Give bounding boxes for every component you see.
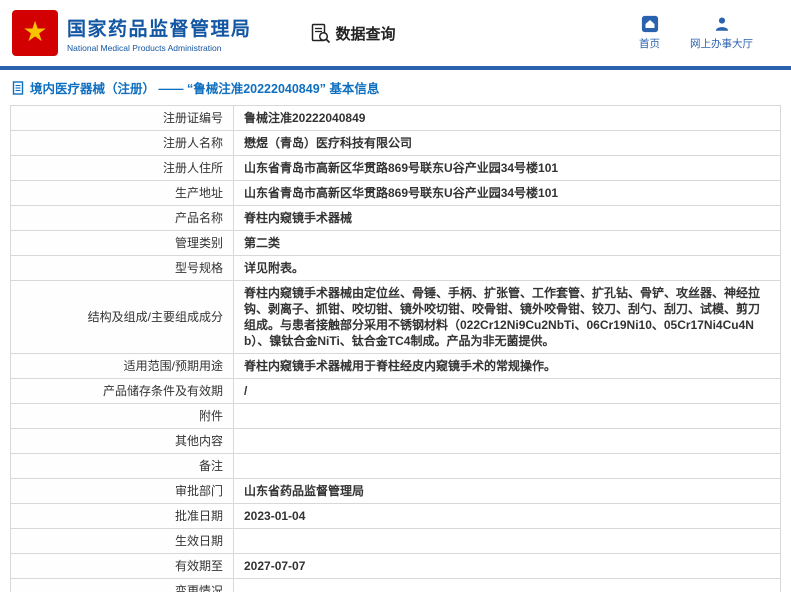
table-row: 管理类别 第二类 xyxy=(10,230,781,256)
agency-title-block: 国家药品监督管理局 National Medical Products Admi… xyxy=(67,14,252,53)
table-row: 产品储存条件及有效期 / xyxy=(10,378,781,404)
table-row: 注册证编号 鲁械注准20222040849 xyxy=(10,105,781,131)
row-value xyxy=(233,403,781,429)
row-value: 详见附表。 xyxy=(233,255,781,281)
table-row: 批准日期 2023-01-04 xyxy=(10,503,781,529)
emblem-star-icon: ★ xyxy=(22,16,48,47)
row-value: 山东省药品监督管理局 xyxy=(233,478,781,504)
table-row: 审批部门 山东省药品监督管理局 xyxy=(10,478,781,504)
row-label: 注册人住所 xyxy=(10,155,234,181)
row-label: 生效日期 xyxy=(10,528,234,554)
breadcrumb: 境内医疗器械（注册） —— “鲁械注准20222040849” 基本信息 xyxy=(0,70,791,103)
table-row: 生效日期 xyxy=(10,528,781,554)
nav-item-label: 网上办事大厅 xyxy=(690,38,753,50)
row-label: 管理类别 xyxy=(10,230,234,256)
table-row: 结构及组成/主要组成成分 脊柱内窥镜手术器械由定位丝、骨锤、手柄、扩张管、工作套管… xyxy=(10,280,781,354)
national-emblem-logo: ★ xyxy=(12,10,58,56)
row-value: 2023-01-04 xyxy=(233,503,781,529)
data-query-title: 数据查询 xyxy=(310,23,396,44)
nav-item-service-hall[interactable]: 网上办事大厅 xyxy=(690,15,753,51)
row-value: 脊柱内窥镜手术器械由定位丝、骨锤、手柄、扩张管、工作套管、扩孔钻、骨铲、攻丝器、… xyxy=(233,280,781,354)
row-value xyxy=(233,428,781,454)
row-label: 适用范围/预期用途 xyxy=(10,353,234,379)
home-icon xyxy=(641,15,658,33)
info-table-body: 注册证编号 鲁械注准20222040849 注册人名称 懋煜（青岛）医疗科技有限公司注… xyxy=(10,105,781,592)
row-value: 鲁械注准20222040849 xyxy=(233,105,781,131)
row-value xyxy=(233,528,781,554)
table-row: 变更情况 xyxy=(10,578,781,592)
row-label: 变更情况 xyxy=(10,578,234,592)
row-label: 其他内容 xyxy=(10,428,234,454)
breadcrumb-text: 境内医疗器械（注册） —— “鲁械注准20222040849” 基本信息 xyxy=(30,82,380,96)
row-label: 批准日期 xyxy=(10,503,234,529)
row-value: 山东省青岛市高新区华贯路869号联东U谷产业园34号楼101 xyxy=(233,180,781,206)
row-label: 生产地址 xyxy=(10,180,234,206)
row-label: 有效期至 xyxy=(10,553,234,579)
table-row: 有效期至 2027-07-07 xyxy=(10,553,781,579)
row-label: 备注 xyxy=(10,453,234,479)
row-value: 第二类 xyxy=(233,230,781,256)
table-row: 附件 xyxy=(10,403,781,429)
row-value: 2027-07-07 xyxy=(233,553,781,579)
agency-name-en: National Medical Products Administration xyxy=(67,42,222,53)
row-label: 型号规格 xyxy=(10,255,234,281)
top-nav: 首页 网上办事大厅 xyxy=(639,15,779,51)
table-row: 适用范围/预期用途 脊柱内窥镜手术器械用于脊柱经皮内窥镜手术的常规操作。 xyxy=(10,353,781,379)
table-row: 注册人名称 懋煜（青岛）医疗科技有限公司 xyxy=(10,130,781,156)
row-value xyxy=(233,453,781,479)
table-row: 生产地址 山东省青岛市高新区华贯路869号联东U谷产业园34号楼101 xyxy=(10,180,781,206)
page-header: ★ 国家药品监督管理局 National Medical Products Ad… xyxy=(0,0,791,66)
row-label: 注册人名称 xyxy=(10,130,234,156)
data-query-icon xyxy=(311,23,330,43)
agency-name-cn: 国家药品监督管理局 xyxy=(67,18,252,40)
row-value: 山东省青岛市高新区华贯路869号联东U谷产业园34号楼101 xyxy=(233,155,781,181)
row-label: 结构及组成/主要组成成分 xyxy=(10,280,234,354)
table-row: 型号规格 详见附表。 xyxy=(10,255,781,281)
table-row: 其他内容 xyxy=(10,428,781,454)
table-row: 备注 xyxy=(10,453,781,479)
row-value xyxy=(233,578,781,592)
row-value: / xyxy=(233,378,781,404)
row-label: 产品储存条件及有效期 xyxy=(10,378,234,404)
row-label: 产品名称 xyxy=(10,205,234,231)
row-value: 脊柱内窥镜手术器械用于脊柱经皮内窥镜手术的常规操作。 xyxy=(233,353,781,379)
nav-item-home[interactable]: 首页 xyxy=(639,15,660,51)
table-row: 注册人住所 山东省青岛市高新区华贯路869号联东U谷产业园34号楼101 xyxy=(10,155,781,181)
nav-item-label: 首页 xyxy=(639,38,660,50)
person-icon xyxy=(715,17,728,31)
data-query-label: 数据查询 xyxy=(335,25,396,43)
row-label: 注册证编号 xyxy=(10,105,234,131)
row-value: 懋煜（青岛）医疗科技有限公司 xyxy=(233,130,781,156)
registration-info-table: 注册证编号 鲁械注准20222040849 注册人名称 懋煜（青岛）医疗科技有限公司注… xyxy=(10,105,781,592)
table-row: 产品名称 脊柱内窥镜手术器械 xyxy=(10,205,781,231)
row-label: 审批部门 xyxy=(10,478,234,504)
document-icon xyxy=(12,80,24,95)
row-label: 附件 xyxy=(10,403,234,429)
row-value: 脊柱内窥镜手术器械 xyxy=(233,205,781,231)
